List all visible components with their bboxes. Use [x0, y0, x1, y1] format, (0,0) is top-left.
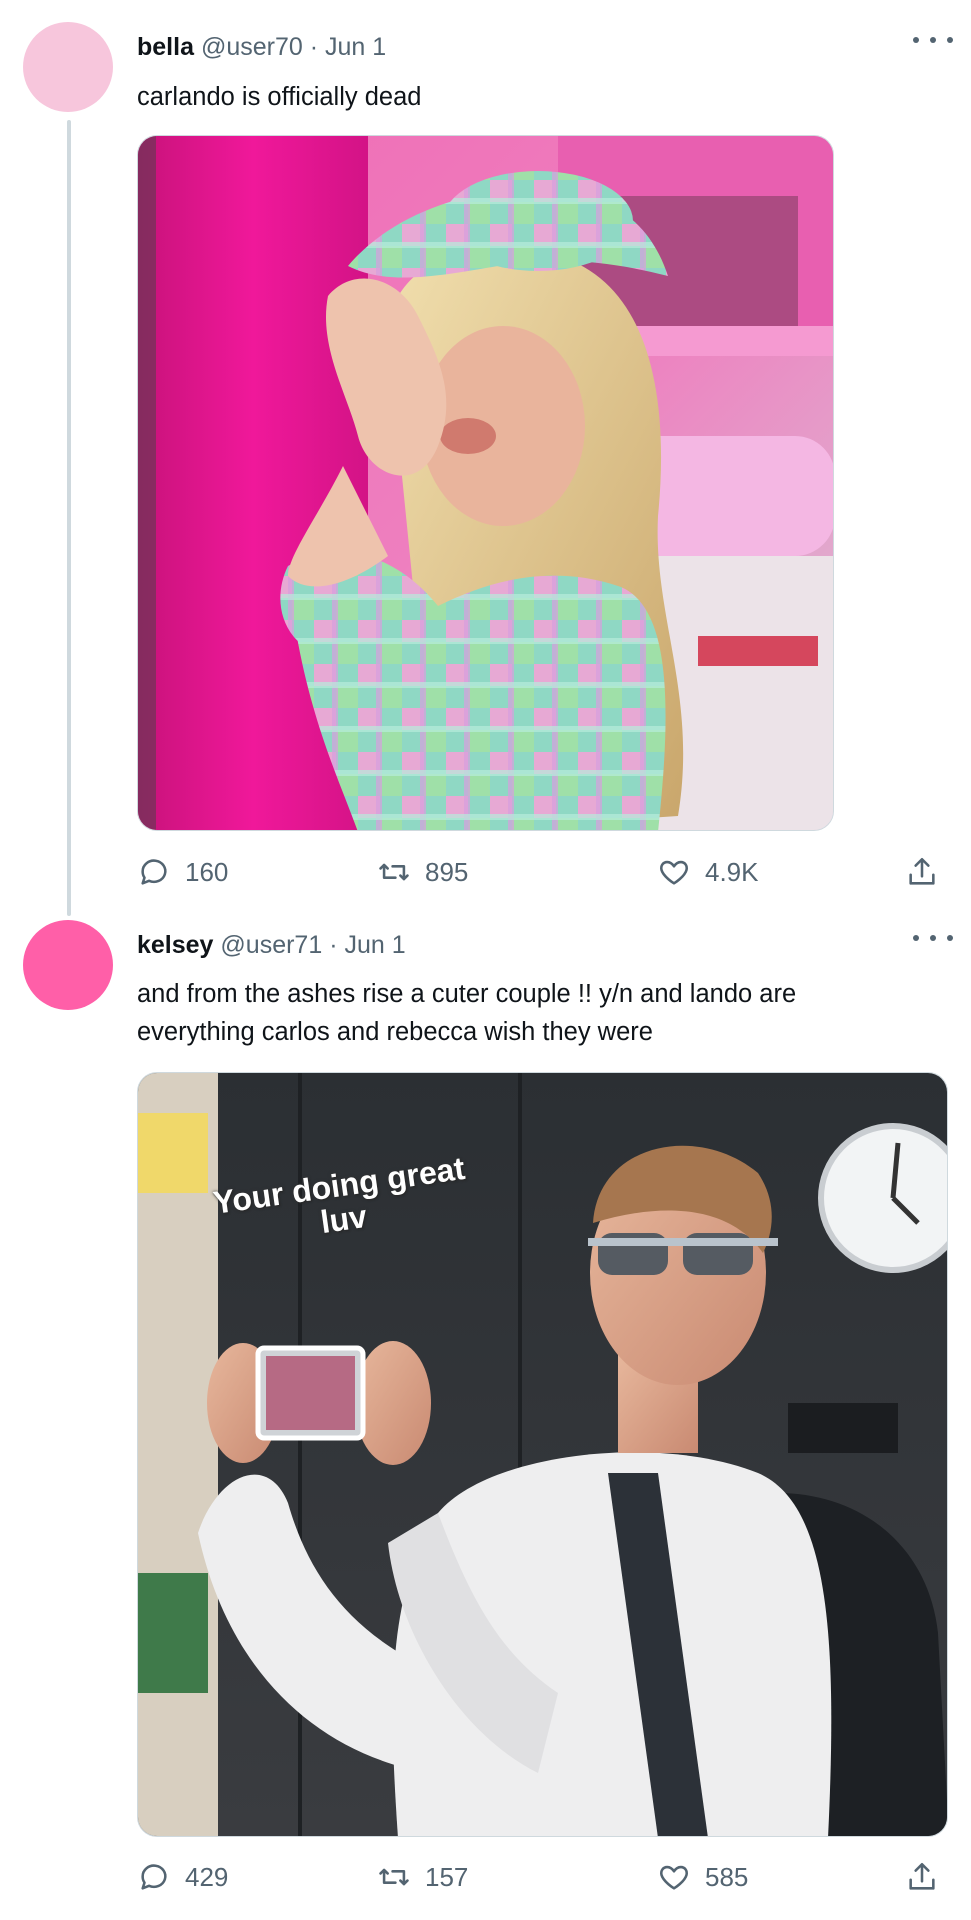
timestamp[interactable]: Jun 1	[325, 33, 386, 61]
reply-count: 429	[185, 1861, 229, 1892]
reply-button[interactable]: 429	[137, 1860, 228, 1894]
separator: ·	[309, 33, 319, 61]
tweet-header: bella @user70 · Jun 1	[137, 32, 386, 62]
like-count: 4.9K	[705, 856, 759, 887]
like-button[interactable]: 585	[657, 1860, 748, 1894]
tweet-photo[interactable]: Your doing great luv	[137, 1072, 948, 1837]
reply-icon	[141, 859, 167, 885]
reply-count: 160	[185, 856, 229, 887]
avatar[interactable]	[23, 920, 113, 1010]
share-button[interactable]	[905, 1860, 939, 1894]
tweet-text: carlando is officially dead	[137, 83, 422, 111]
like-count: 585	[705, 1861, 749, 1892]
retweet-button[interactable]: 895	[377, 855, 468, 889]
share-icon	[909, 857, 935, 885]
retweet-count: 157	[425, 1861, 469, 1892]
display-name[interactable]: kelsey	[137, 931, 213, 959]
display-name[interactable]: bella	[137, 33, 194, 61]
tweet-actions: 429 157 585	[0, 1860, 971, 1900]
retweet-button[interactable]: 157	[377, 1860, 468, 1894]
like-icon	[660, 1865, 688, 1890]
tweet-header: kelsey @user71 · Jun 1	[137, 930, 406, 960]
timestamp[interactable]: Jun 1	[344, 931, 405, 959]
like-button[interactable]: 4.9K	[657, 855, 759, 889]
retweet-icon	[379, 863, 409, 881]
tweet-text: and from the ashes rise a cuter couple !…	[137, 980, 797, 1046]
handle[interactable]: @user71	[220, 931, 322, 959]
photo-image	[138, 136, 833, 830]
like-icon	[660, 860, 688, 885]
retweet-count: 895	[425, 856, 469, 887]
share-button[interactable]	[905, 855, 939, 889]
avatar[interactable]	[23, 22, 113, 112]
tweet-photo[interactable]	[137, 135, 834, 831]
tweet-2[interactable]: kelsey @user71 · Jun 1 and from the ashe…	[0, 910, 971, 1920]
separator: ·	[329, 931, 338, 959]
reply-button[interactable]: 160	[137, 855, 228, 889]
share-icon	[909, 1862, 935, 1890]
retweet-icon	[379, 1868, 409, 1886]
tweet-1[interactable]: bella @user70 · Jun 1 carlando is offici…	[0, 0, 971, 910]
more-icon[interactable]	[913, 30, 953, 50]
more-icon[interactable]	[913, 928, 953, 948]
tweet-actions: 160 895 4.9K	[0, 855, 971, 895]
handle[interactable]: @user70	[201, 33, 303, 61]
reply-icon	[141, 1864, 167, 1890]
